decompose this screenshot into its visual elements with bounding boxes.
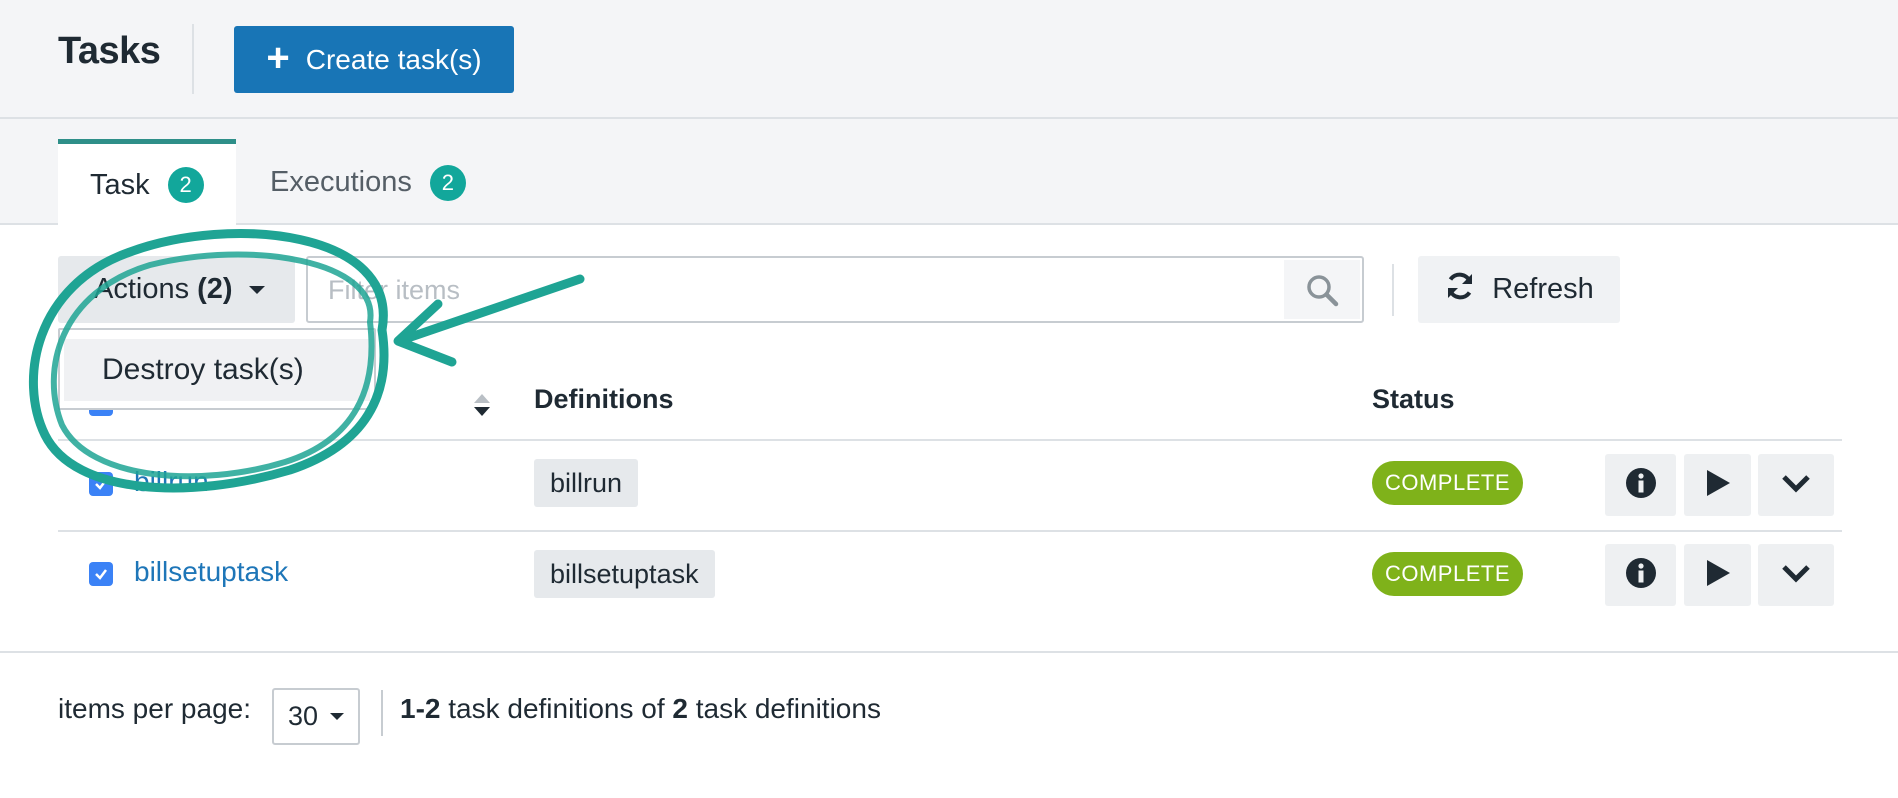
chevron-down-icon	[1781, 473, 1811, 498]
plus-icon: +	[266, 35, 290, 80]
sort-icon[interactable]	[472, 392, 492, 423]
pager-divider	[381, 690, 383, 736]
tab-task-label: Task	[90, 168, 150, 201]
task-name-link[interactable]: billrun	[134, 466, 209, 498]
pagination-total-text: task definitions	[687, 693, 881, 724]
create-task-label: Create task(s)	[305, 43, 482, 75]
filter-box	[306, 256, 1364, 323]
column-header-definitions: Definitions	[534, 384, 674, 414]
status-badge: COMPLETE	[1372, 461, 1523, 505]
definition-tag: billrun	[534, 459, 639, 507]
definition-tag: billsetuptask	[534, 550, 715, 598]
play-icon	[1705, 469, 1731, 502]
pagination-range-text: task definitions of	[440, 693, 673, 724]
actions-count: (2)	[197, 273, 233, 305]
row-menu-button[interactable]	[1758, 544, 1834, 606]
pagination-summary: 1-2 task definitions of 2 task definitio…	[400, 693, 881, 725]
search-icon[interactable]	[1284, 260, 1360, 319]
tab-task-count-badge: 2	[167, 167, 204, 203]
column-header-status: Status	[1372, 384, 1455, 414]
tab-task[interactable]: Task 2	[58, 139, 236, 226]
pagination-range: 1-2	[400, 693, 441, 724]
chevron-down-icon	[1781, 563, 1811, 588]
tab-executions[interactable]: Executions 2	[238, 140, 498, 225]
row-menu-button[interactable]	[1758, 454, 1834, 516]
actions-dropdown-menu: Destroy task(s)	[58, 328, 376, 410]
refresh-button[interactable]: Refresh	[1418, 256, 1620, 323]
items-per-page-label: items per page:	[58, 693, 251, 724]
info-button[interactable]	[1605, 544, 1676, 606]
create-task-button[interactable]: + Create task(s)	[234, 26, 514, 93]
table-header-divider	[58, 439, 1842, 441]
destroy-tasks-menu-item[interactable]: Destroy task(s)	[64, 339, 370, 401]
items-per-page-select[interactable]: 30	[272, 688, 360, 745]
tab-executions-count-badge: 2	[429, 164, 466, 201]
items-per-page-value: 30	[288, 701, 319, 731]
info-icon	[1625, 557, 1657, 594]
actions-label: Actions	[94, 273, 190, 305]
status-badge: COMPLETE	[1372, 552, 1523, 596]
refresh-label: Refresh	[1492, 273, 1594, 305]
pagination-total: 2	[672, 693, 688, 724]
row-checkbox[interactable]	[89, 472, 113, 496]
tab-executions-label: Executions	[270, 166, 412, 198]
page-title: Tasks	[58, 30, 161, 72]
row-divider	[58, 530, 1842, 532]
run-button[interactable]	[1684, 544, 1751, 606]
run-button[interactable]	[1684, 454, 1751, 516]
refresh-icon	[1444, 270, 1476, 310]
actions-dropdown-button[interactable]: Actions (2)	[58, 256, 295, 323]
header-divider	[192, 24, 194, 94]
play-icon	[1705, 559, 1731, 592]
info-icon	[1625, 467, 1657, 504]
caret-down-icon	[248, 285, 265, 294]
toolbar-divider	[1392, 264, 1394, 316]
caret-down-icon	[330, 713, 345, 720]
footer-divider	[0, 651, 1898, 653]
info-button[interactable]	[1605, 454, 1676, 516]
task-name-link[interactable]: billsetuptask	[134, 556, 288, 588]
row-checkbox[interactable]	[89, 562, 113, 586]
filter-input[interactable]	[310, 260, 1310, 321]
